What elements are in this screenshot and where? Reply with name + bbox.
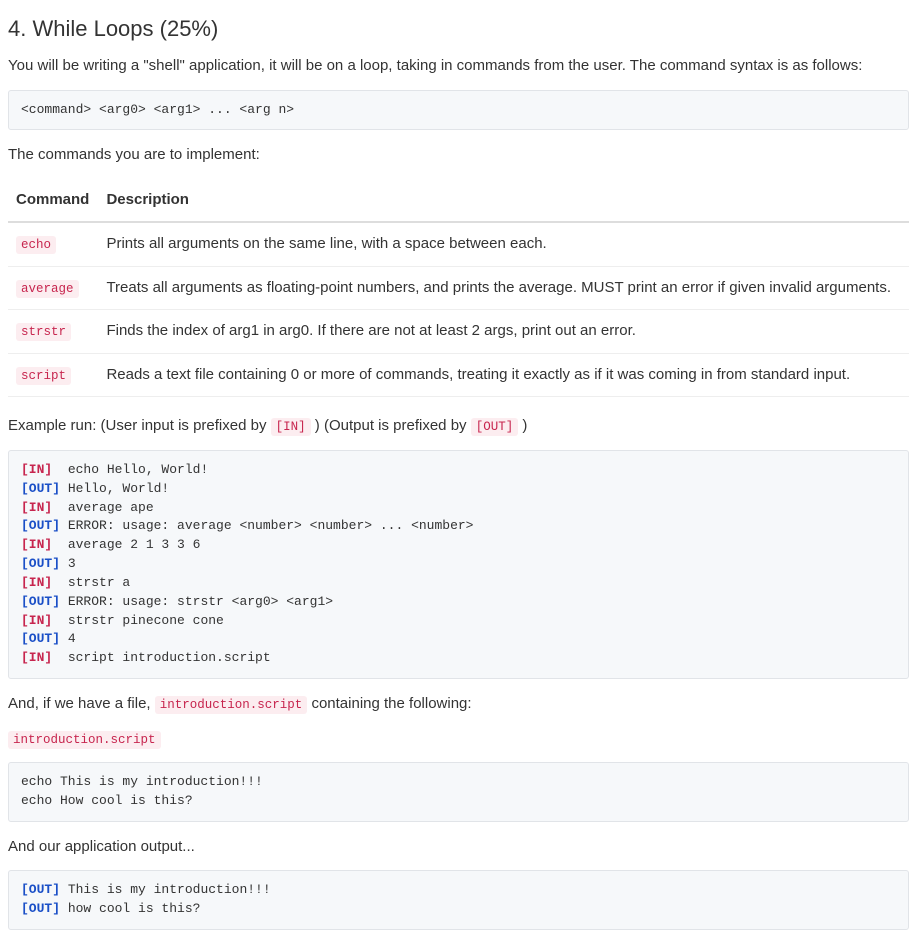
table-row: strstr Finds the index of arg1 in arg0. I… [8, 310, 909, 354]
in-tag: [IN] [21, 537, 52, 552]
in-tag: [IN] [21, 613, 52, 628]
out-tag: [OUT] [21, 594, 60, 609]
file-sentence: And, if we have a file, introduction.scr… [8, 693, 909, 716]
command-code: script [16, 367, 71, 385]
command-description: Prints all arguments on the same line, w… [98, 222, 909, 266]
example-run-label: Example run: (User input is prefixed by … [8, 415, 909, 438]
output-sentence: And our application output... [8, 836, 909, 859]
in-tag: [IN] [21, 500, 52, 515]
out-tag: [OUT] [21, 481, 60, 496]
file-label: introduction.script [8, 728, 909, 751]
command-description: Finds the index of arg1 in arg0. If ther… [98, 310, 909, 354]
table-header-command: Command [8, 179, 98, 223]
command-code: echo [16, 236, 56, 254]
output-block: [OUT] This is my introduction!!! [OUT] h… [8, 870, 909, 930]
out-tag: [OUT] [21, 556, 60, 571]
command-code: strstr [16, 323, 71, 341]
table-row: echo Prints all arguments on the same lin… [8, 222, 909, 266]
command-description: Treats all arguments as floating-point n… [98, 266, 909, 310]
example-run-block: [IN] echo Hello, World! [OUT] Hello, Wor… [8, 450, 909, 679]
file-contents-block: echo This is my introduction!!! echo How… [8, 762, 909, 822]
out-tag: [OUT] [21, 901, 60, 916]
file-name-inline: introduction.script [155, 696, 308, 714]
table-header-description: Description [98, 179, 909, 223]
command-description: Reads a text file containing 0 or more o… [98, 353, 909, 397]
out-tag: [OUT] [21, 882, 60, 897]
in-tag: [IN] [21, 575, 52, 590]
commands-intro: The commands you are to implement: [8, 144, 909, 167]
command-code: average [16, 280, 79, 298]
commands-table: Command Description echo Prints all argum… [8, 179, 909, 398]
syntax-code-block: <command> <arg0> <arg1> ... <arg n> [8, 90, 909, 131]
in-tag: [IN] [21, 462, 52, 477]
table-row: average Treats all arguments as floating-… [8, 266, 909, 310]
section-heading: 4. While Loops (25%) [8, 12, 909, 45]
out-tag: [OUT] [21, 631, 60, 646]
intro-paragraph: You will be writing a "shell" applicatio… [8, 55, 909, 78]
in-tag: [IN] [21, 650, 52, 665]
in-tag-inline: [IN] [271, 418, 311, 436]
out-tag: [OUT] [21, 518, 60, 533]
out-tag-inline: [OUT] [471, 418, 519, 436]
table-row: script Reads a text file containing 0 or … [8, 353, 909, 397]
